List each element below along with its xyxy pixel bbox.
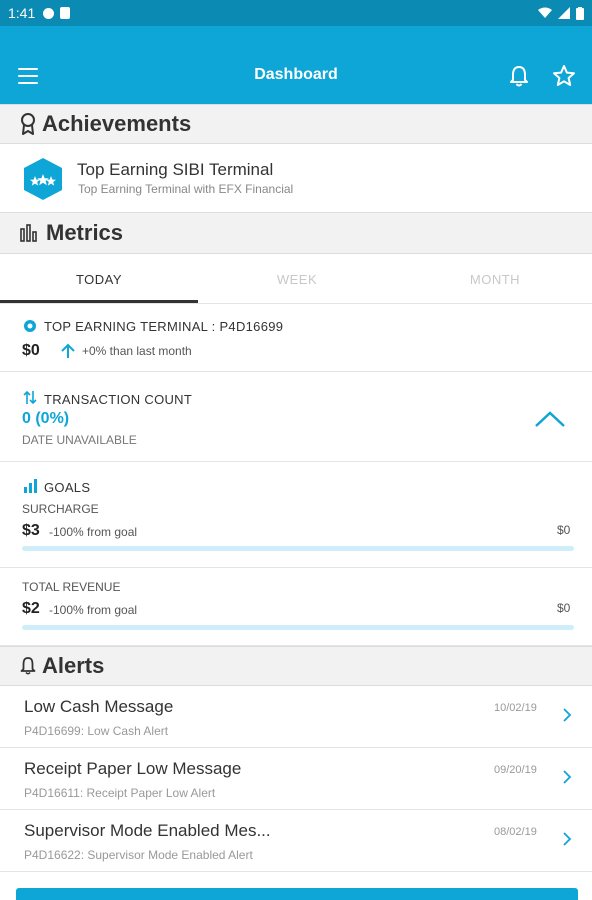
bottom-action-button[interactable] [16, 888, 578, 900]
metrics-header: Metrics [0, 212, 592, 254]
goal-target: $0 [557, 601, 571, 615]
achievements-title: Achievements [42, 111, 192, 136]
sim-icon [60, 7, 71, 19]
top-terminal-change: +0% than last month [82, 344, 192, 358]
tab-month[interactable]: MONTH [396, 272, 592, 287]
alert-date: 08/02/19 [494, 826, 537, 838]
achievement-title: Top Earning SIBI Terminal [77, 160, 274, 179]
goal-amount: $2 [22, 600, 40, 617]
goals-heading: GOALS [44, 480, 91, 495]
chevron-right-icon [563, 832, 572, 846]
alert-item[interactable]: Low Cash Message P4D16699: Low Cash Aler… [0, 686, 592, 748]
goal-progress-bar [22, 625, 574, 630]
top-terminal-heading: TOP EARNING TERMINAL : P4D16699 [44, 319, 284, 334]
transaction-count-heading: TRANSACTION COUNT [44, 392, 193, 407]
alert-item[interactable]: Supervisor Mode Enabled Mes... P4D16622:… [0, 810, 592, 872]
goal-note: -100% from goal [49, 603, 138, 617]
transaction-count-card[interactable]: TRANSACTION COUNT 0 (0%) DATE UNAVAILABL… [0, 372, 592, 462]
app-bar: Dashboard [0, 26, 592, 104]
battery-icon [576, 6, 584, 20]
goals-card: GOALS SURCHARGE $3 -100% from goal $0 [0, 462, 592, 568]
alert-title: Receipt Paper Low Message [24, 759, 242, 778]
goal-note: -100% from goal [49, 525, 138, 539]
achievement-subtitle: Top Earning Terminal with EFX Financial [78, 182, 294, 196]
page-title: Dashboard [254, 66, 338, 83]
total-revenue-card: TOTAL REVENUE $2 -100% from goal $0 [0, 568, 592, 646]
chevron-up-icon[interactable] [534, 410, 566, 428]
achievements-header: Achievements [0, 104, 592, 144]
alert-date: 10/02/19 [494, 702, 537, 714]
alert-item[interactable]: Receipt Paper Low Message P4D16611: Rece… [0, 748, 592, 810]
goal-target: $0 [557, 523, 571, 537]
alert-title: Supervisor Mode Enabled Mes... [24, 821, 271, 840]
alert-subtitle: P4D16622: Supervisor Mode Enabled Alert [24, 848, 253, 862]
ribbon-icon [21, 113, 35, 135]
chevron-right-icon [563, 708, 572, 722]
wifi-icon [538, 7, 552, 18]
tab-today[interactable]: TODAY [0, 272, 198, 287]
alert-date: 09/20/19 [494, 764, 537, 776]
active-tab-indicator [0, 300, 198, 303]
bar-chart-icon [20, 224, 37, 242]
status-time: 1:41 [8, 5, 36, 21]
transaction-count-value: 0 (0%) [22, 410, 70, 427]
bell-icon[interactable] [508, 64, 530, 88]
alert-bell-icon [20, 657, 36, 675]
alerts-header: Alerts [0, 646, 592, 686]
status-bar: 1:41 [0, 0, 592, 26]
tab-week[interactable]: WEEK [198, 272, 396, 287]
transaction-date-label: DATE UNAVAILABLE [22, 433, 137, 447]
achievement-badge-icon [24, 158, 62, 200]
notification-icon [43, 7, 55, 19]
alerts-title: Alerts [42, 653, 105, 678]
top-earning-terminal-card: TOP EARNING TERMINAL : P4D16699 $0 +0% t… [0, 304, 592, 372]
goal-amount: $3 [22, 522, 40, 539]
alert-subtitle: P4D16611: Receipt Paper Low Alert [24, 786, 216, 800]
goal-label: SURCHARGE [22, 502, 99, 516]
star-icon[interactable] [552, 64, 576, 88]
goal-progress-bar [22, 546, 574, 551]
alert-title: Low Cash Message [24, 697, 174, 716]
top-terminal-amount: $0 [22, 342, 40, 359]
achievement-item[interactable]: Top Earning SIBI Terminal Top Earning Te… [0, 144, 592, 212]
goals-chart-icon [24, 479, 37, 493]
metrics-tabs: TODAY WEEK MONTH [0, 254, 592, 304]
arrow-up-icon [61, 343, 75, 358]
alert-subtitle: P4D16699: Low Cash Alert [24, 724, 169, 738]
metrics-title: Metrics [46, 220, 124, 245]
swap-icon [23, 390, 37, 405]
signal-icon [558, 7, 570, 19]
chevron-right-icon [563, 770, 572, 784]
target-icon [24, 320, 36, 332]
goal-label: TOTAL REVENUE [22, 580, 121, 594]
